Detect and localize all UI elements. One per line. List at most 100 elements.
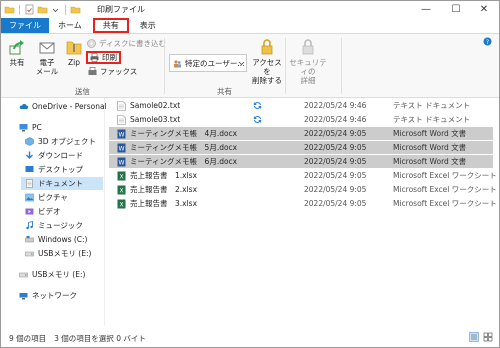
- fax-icon: [88, 67, 97, 76]
- nav-windows-c[interactable]: Windows (C:): [25, 233, 87, 246]
- share-button[interactable]: 共有: [5, 38, 29, 67]
- word-file-icon: W: [117, 143, 126, 153]
- window-title: 印刷ファイル: [97, 5, 145, 14]
- nav-videos[interactable]: ビデオ: [25, 205, 61, 218]
- cloud-icon: [19, 102, 29, 111]
- pictures-icon: [25, 193, 34, 202]
- share-with-specific-users-button[interactable]: 特定のユーザー...: [169, 54, 247, 72]
- file-date: 2022/05/24 9:46: [304, 101, 367, 110]
- item-count: 9 個の項目: [9, 333, 47, 343]
- svg-text:?: ?: [486, 39, 489, 46]
- file-type: Microsoft Excel ワークシート: [393, 199, 497, 208]
- nav-music[interactable]: ミュージック: [25, 219, 83, 232]
- nav-label: 3D オブジェクト: [38, 137, 96, 146]
- print-button[interactable]: 印刷: [86, 51, 121, 64]
- nav-documents[interactable]: ドキュメント: [21, 177, 103, 190]
- zip-button[interactable]: Zip: [63, 38, 85, 67]
- word-file-icon: W: [117, 157, 126, 167]
- help-icon: ?: [483, 37, 492, 46]
- fax-button[interactable]: ファックス: [88, 66, 137, 77]
- file-name: 売上報告書 3.xlsx: [130, 199, 198, 208]
- email-label-line2: メール: [35, 67, 59, 76]
- group-divider: [285, 38, 286, 94]
- nav-desktop[interactable]: デスクトップ: [25, 163, 83, 176]
- new-folder-icon[interactable]: [37, 4, 48, 15]
- nav-3d-objects[interactable]: 3D オブジェクト: [25, 135, 96, 148]
- file-type: Microsoft Excel ワークシート: [393, 185, 497, 194]
- zip-label: Zip: [68, 58, 80, 67]
- svg-text:X: X: [119, 201, 123, 208]
- disc-icon: [87, 39, 96, 48]
- file-row-selected[interactable]: W ミーティングメモ帳 6月.docx 2022/05/24 9:05 Micr…: [109, 155, 493, 168]
- file-type: Microsoft Word 文書: [393, 143, 467, 152]
- excel-file-icon: X: [117, 185, 126, 195]
- usb-drive-icon: [25, 249, 34, 258]
- file-row[interactable]: Samole02.txt 2022/05/24 9:46 テキスト ドキュメント: [109, 99, 493, 112]
- maximize-button[interactable]: ☐: [441, 1, 471, 18]
- file-type: テキスト ドキュメント: [393, 101, 471, 110]
- documents-icon: [25, 179, 34, 188]
- svg-text:X: X: [119, 173, 123, 180]
- minimize-button[interactable]: —: [411, 1, 441, 18]
- group-divider: [341, 38, 342, 94]
- remove-access-button[interactable]: アクセスを 削除する: [251, 38, 283, 85]
- file-name: 売上報告書 1.xlsx: [130, 171, 198, 180]
- properties-icon[interactable]: [24, 4, 35, 15]
- specific-users-label: 特定のユーザー...: [185, 58, 245, 68]
- details-view-icon[interactable]: [469, 332, 479, 342]
- file-name: Samole03.txt: [130, 115, 181, 124]
- ribbon-share: 共有 電子 メール Zip ディスクに書き込む 印刷 ファックス 送信 特定のユ…: [1, 34, 499, 98]
- nav-usb-e-root[interactable]: USBメモリ (E:): [19, 268, 85, 281]
- fax-label: ファックス: [100, 67, 138, 76]
- nav-downloads[interactable]: ダウンロード: [25, 149, 83, 162]
- nav-network[interactable]: ネットワーク: [19, 289, 77, 302]
- file-row-selected[interactable]: W ミーティングメモ帳 5月.docx 2022/05/24 9:05 Micr…: [109, 141, 493, 154]
- zip-folder-icon: [65, 38, 83, 56]
- tab-home[interactable]: ホーム: [49, 18, 91, 33]
- nav-label: ドキュメント: [38, 179, 83, 188]
- security-line1: セキュリティの: [289, 58, 327, 76]
- file-row[interactable]: X 売上報告書 3.xlsx 2022/05/24 9:05 Microsoft…: [109, 197, 497, 210]
- file-row[interactable]: X 売上報告書 1.xlsx 2022/05/24 9:05 Microsoft…: [109, 169, 497, 182]
- nav-pictures[interactable]: ピクチャ: [25, 191, 68, 204]
- ribbon-tab-bar: ファイル ホーム 共有 表示: [1, 18, 499, 34]
- network-icon: [19, 291, 28, 300]
- 3d-objects-icon: [25, 137, 34, 146]
- file-name: Samole02.txt: [130, 101, 181, 110]
- security-line2: 詳細: [300, 76, 316, 85]
- nav-usb-e[interactable]: USBメモリ (E:): [25, 247, 91, 260]
- advanced-security-button[interactable]: セキュリティの 詳細: [288, 38, 328, 85]
- file-date: 2022/05/24 9:05: [304, 129, 367, 138]
- folder-icon: [70, 4, 81, 15]
- large-icons-view-icon[interactable]: [483, 332, 493, 342]
- file-row[interactable]: Samole03.txt 2022/05/24 9:46 テキスト ドキュメント: [109, 113, 493, 126]
- tab-view[interactable]: 表示: [131, 18, 165, 33]
- users-icon: [173, 59, 182, 68]
- nav-pc[interactable]: PC: [19, 121, 42, 134]
- email-button[interactable]: 電子 メール: [33, 38, 61, 76]
- file-name: 売上報告書 2.xlsx: [130, 185, 198, 194]
- tab-share[interactable]: 共有: [92, 18, 129, 33]
- nav-label: OneDrive - Personal: [32, 102, 107, 111]
- nav-onedrive[interactable]: OneDrive - Personal: [19, 100, 107, 113]
- drive-icon: [25, 235, 34, 244]
- file-date: 2022/05/24 9:05: [304, 143, 367, 152]
- file-list: Samole02.txt 2022/05/24 9:46 テキスト ドキュメント…: [107, 98, 499, 326]
- share-label: 共有: [9, 58, 25, 67]
- customize-chevron-icon[interactable]: [50, 4, 61, 15]
- file-row-selected[interactable]: W ミーティングメモ帳 4月.docx 2022/05/24 9:05 Micr…: [109, 127, 493, 140]
- burn-to-disc-button[interactable]: ディスクに書き込む: [87, 38, 166, 49]
- email-icon: [38, 38, 56, 56]
- file-row[interactable]: X 売上報告書 2.xlsx 2022/05/24 9:05 Microsoft…: [109, 183, 497, 196]
- nav-label: PC: [32, 123, 42, 132]
- folder-icon[interactable]: [4, 4, 15, 15]
- file-date: 2022/05/24 9:05: [304, 157, 367, 166]
- close-button[interactable]: ✕: [469, 1, 499, 18]
- file-date: 2022/05/24 9:46: [304, 115, 367, 124]
- chevron-down-icon: [237, 59, 246, 68]
- nav-label: ネットワーク: [32, 291, 77, 300]
- file-type: テキスト ドキュメント: [393, 115, 471, 124]
- users-dropdown-arrow[interactable]: [237, 58, 246, 69]
- help-button[interactable]: ?: [483, 36, 492, 47]
- tab-file[interactable]: ファイル: [1, 18, 49, 33]
